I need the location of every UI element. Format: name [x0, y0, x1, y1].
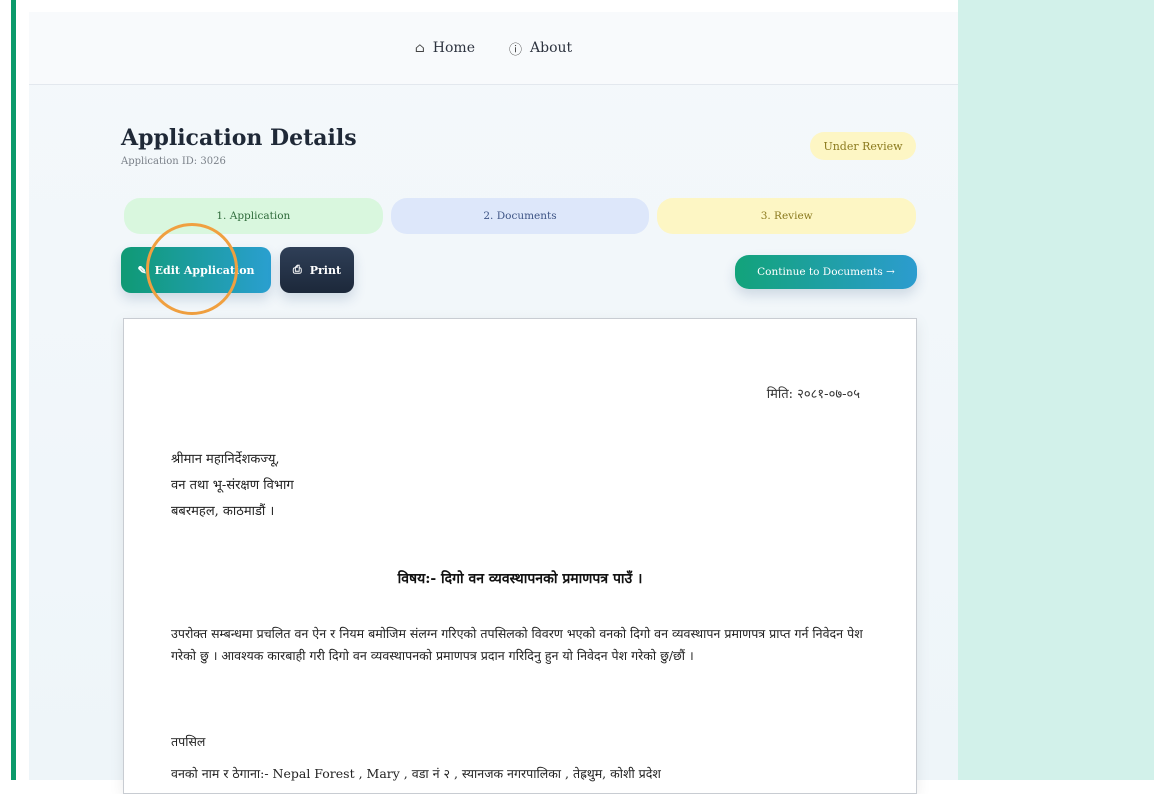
address-line: श्रीमान महानिर्देशकज्यू, [171, 452, 280, 467]
progress-steps: 1. Application 2. Documents 3. Review [124, 198, 917, 234]
application-document: मिति: २०८१-०७-०५ श्रीमान महानिर्देशकज्यू… [123, 318, 917, 794]
pencil-icon: ✎ [137, 263, 147, 277]
top-navigation: ⌂ Home ⓘ About [29, 12, 958, 85]
nav-home-link[interactable]: ⌂ Home [415, 40, 475, 56]
document-body: उपरोक्त सम्बन्धमा प्रचलित वन ऐन र नियम ब… [171, 626, 863, 663]
address-line: बबरमहल, काठमाडौं । [171, 504, 275, 519]
nav-about-label: About [530, 40, 573, 56]
status-badge: Under Review [810, 132, 916, 160]
continue-label: Continue to Documents → [757, 266, 895, 278]
home-icon: ⌂ [414, 40, 425, 56]
nav-home-label: Home [432, 40, 475, 56]
step-documents[interactable]: 2. Documents [390, 198, 650, 234]
page-title: Application Details [121, 125, 357, 151]
right-side-panel [958, 0, 1154, 780]
edit-application-label: Edit Application [154, 263, 255, 277]
forest-name-address: वनको नाम र ठेगाना:- Nepal Forest , Mary … [171, 766, 661, 781]
step-review[interactable]: 3. Review [657, 198, 917, 234]
print-label: Print [309, 263, 342, 277]
application-id: Application ID: 3026 [121, 156, 226, 167]
continue-to-documents-button[interactable]: Continue to Documents → [735, 255, 917, 289]
info-icon: ⓘ [508, 42, 522, 58]
document-subject: विषय:- दिगो वन व्यवस्थापनको प्रमाणपत्र प… [397, 571, 643, 587]
printer-icon: ⎙ [292, 263, 302, 276]
edit-application-button[interactable]: ✎ Edit Application [121, 247, 271, 293]
print-button[interactable]: ⎙ Print [280, 247, 354, 293]
step-application[interactable]: 1. Application [124, 198, 383, 234]
document-date: मिति: २०८१-०७-०५ [766, 387, 860, 402]
app-window: ⌂ Home ⓘ About Application Details Appli… [29, 12, 958, 794]
details-heading: तपसिल [171, 734, 206, 749]
left-accent-bar [11, 0, 16, 780]
recipient-address: श्रीमान महानिर्देशकज्यू, वन तथा भू-संरक्… [171, 447, 294, 525]
nav-about-link[interactable]: ⓘ About [509, 39, 572, 58]
address-line: वन तथा भू-संरक्षण विभाग [171, 478, 294, 493]
